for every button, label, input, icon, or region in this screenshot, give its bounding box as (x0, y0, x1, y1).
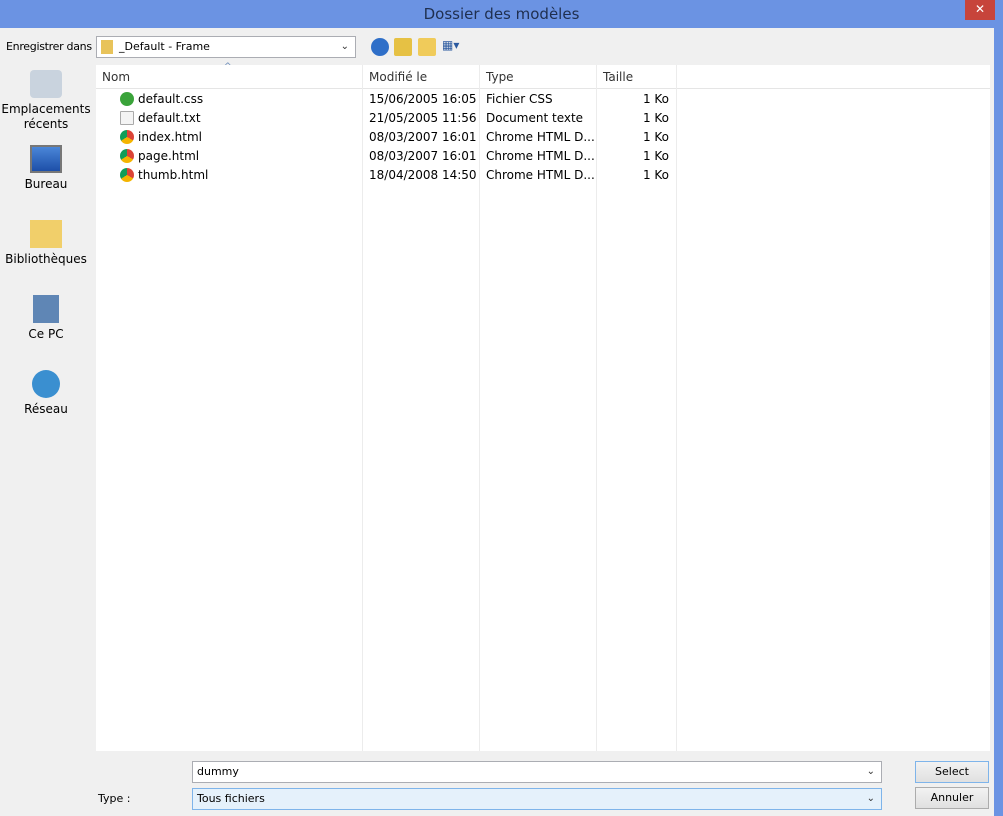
view-menu-icon[interactable]: ▦▾ (442, 38, 466, 56)
css-file-icon (120, 92, 134, 106)
type-dropdown[interactable]: Tous fichiers ⌄ (192, 788, 882, 810)
place-label: Emplacements récents (1, 102, 91, 131)
place-label: Ce PC (28, 327, 64, 341)
close-button[interactable]: ✕ (965, 0, 995, 20)
place-recent[interactable]: Emplacements récents (0, 66, 92, 141)
recent-places-icon (30, 70, 62, 98)
file-row[interactable]: page.html 08/03/2007 16:01 Chrome HTML D… (96, 147, 990, 166)
file-dialog: Enregistrer dans : _Default - Frame ⌄ ▦▾… (0, 28, 994, 816)
file-size: 1 Ko (642, 130, 669, 144)
libraries-icon (30, 220, 62, 248)
folder-icon (101, 40, 113, 54)
save-in-label: Enregistrer dans : (6, 40, 99, 53)
place-desktop[interactable]: Bureau (0, 141, 92, 216)
place-label: Bureau (24, 177, 68, 191)
file-size: 1 Ko (642, 92, 669, 106)
network-icon (32, 370, 60, 398)
file-row[interactable]: thumb.html 18/04/2008 14:50 Chrome HTML … (96, 166, 990, 185)
place-libraries[interactable]: Bibliothèques (0, 216, 92, 291)
chevron-down-icon: ⌄ (866, 766, 875, 777)
file-name: index.html (138, 130, 202, 144)
file-type: Chrome HTML D... (486, 130, 595, 144)
file-type: Document texte (486, 111, 584, 125)
file-modified: 21/05/2005 11:56 (369, 111, 477, 125)
column-type[interactable]: Type (486, 70, 514, 84)
file-size: 1 Ko (642, 111, 669, 125)
file-type: Chrome HTML D... (486, 149, 595, 163)
chrome-icon (120, 149, 134, 163)
new-folder-icon[interactable] (418, 38, 436, 56)
text-file-icon (120, 111, 134, 125)
place-label: Bibliothèques (5, 252, 87, 266)
place-this-pc[interactable]: Ce PC (0, 291, 92, 366)
sort-up-icon: ^ (224, 62, 232, 72)
file-name: thumb.html (138, 168, 209, 182)
window-title: Dossier des modèles (423, 5, 580, 23)
cancel-button[interactable]: Annuler (915, 787, 989, 809)
file-row[interactable]: default.css 15/06/2005 16:05 Fichier CSS… (96, 90, 990, 109)
places-bar: Emplacements récents Bureau Bibliothèque… (0, 66, 92, 441)
column-name[interactable]: Nom (102, 70, 130, 84)
file-row[interactable]: index.html 08/03/2007 16:01 Chrome HTML … (96, 128, 990, 147)
file-modified: 08/03/2007 16:01 (369, 149, 477, 163)
file-modified: 15/06/2005 16:05 (369, 92, 477, 106)
location-value: _Default - Frame (119, 40, 210, 53)
type-value: Tous fichiers (197, 792, 265, 805)
filename-value: dummy (197, 765, 239, 778)
select-button[interactable]: Select (915, 761, 989, 783)
back-icon[interactable] (371, 38, 389, 56)
column-size[interactable]: Taille (603, 70, 633, 84)
file-name: default.txt (138, 111, 201, 125)
chevron-down-icon: ⌄ (340, 41, 349, 52)
chevron-down-icon: ⌄ (866, 793, 875, 804)
filename-input[interactable]: dummy ⌄ (192, 761, 882, 783)
column-modified[interactable]: Modifié le (369, 70, 427, 84)
file-size: 1 Ko (642, 168, 669, 182)
desktop-icon (30, 145, 62, 173)
up-folder-icon[interactable] (394, 38, 412, 56)
file-size: 1 Ko (642, 149, 669, 163)
place-network[interactable]: Réseau (0, 366, 92, 441)
file-type: Chrome HTML D... (486, 168, 595, 182)
file-name: default.css (138, 92, 204, 106)
file-modified: 18/04/2008 14:50 (369, 168, 477, 182)
chrome-icon (120, 168, 134, 182)
file-name: page.html (138, 149, 200, 163)
file-type: Fichier CSS (486, 92, 553, 106)
file-row[interactable]: default.txt 21/05/2005 11:56 Document te… (96, 109, 990, 128)
file-modified: 08/03/2007 16:01 (369, 130, 477, 144)
list-header: Nom ^ Modifié le Type Taille (96, 62, 990, 89)
location-dropdown[interactable]: _Default - Frame ⌄ (96, 36, 356, 58)
file-list: Nom ^ Modifié le Type Taille default.css… (96, 62, 990, 751)
place-label: Réseau (24, 402, 68, 416)
chrome-icon (120, 130, 134, 144)
computer-icon (33, 295, 59, 323)
type-label: Type : (98, 792, 131, 805)
